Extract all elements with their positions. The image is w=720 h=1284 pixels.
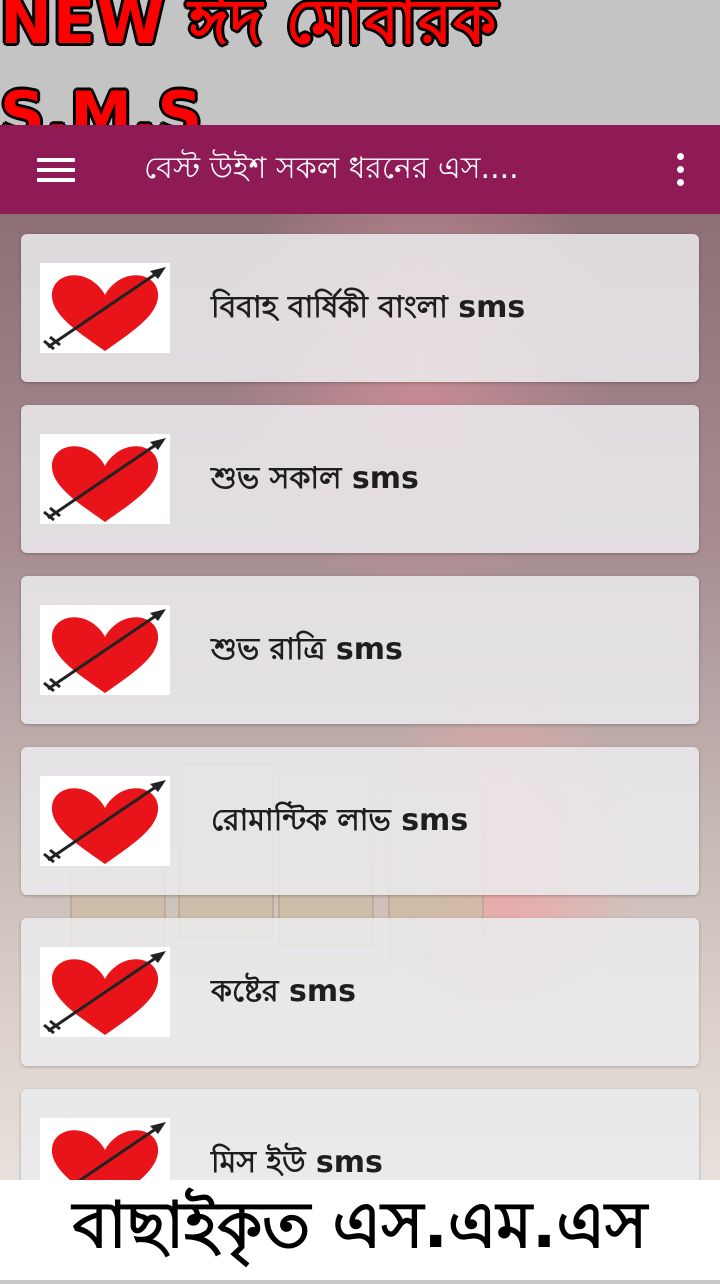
list-item[interactable]: বিবাহ বার্ষিকী বাংলা sms	[21, 234, 699, 382]
list-item-label: শুভ রাত্রি sms	[211, 631, 403, 667]
top-ad-banner[interactable]: NEW ঈদ মোবারক S.M.S	[0, 0, 720, 151]
bottom-banner-text: বাছাইকৃত এস.এম.এস	[72, 1188, 648, 1263]
heart-arrow-icon	[40, 263, 170, 353]
list-item-label: রোমান্টিক লাভ sms	[211, 802, 469, 838]
heart-arrow-icon	[40, 776, 170, 866]
list-item[interactable]: কষ্টের sms	[21, 918, 699, 1066]
heart-arrow-icon	[40, 605, 170, 695]
menu-button[interactable]	[0, 125, 112, 214]
hamburger-menu-icon	[37, 157, 75, 182]
list-item[interactable]: মিস ইউ sms	[21, 1089, 699, 1180]
toolbar-title: বেস্ট উইশ সকল ধরনের এস....	[144, 151, 519, 186]
list-item-label: কষ্টের sms	[211, 973, 356, 1009]
list-item-label: মিস ইউ sms	[211, 1144, 383, 1180]
heart-arrow-icon	[40, 434, 170, 524]
list-item[interactable]: শুভ সকাল sms	[21, 405, 699, 553]
list-item-label: বিবাহ বার্ষিকী বাংলা sms	[211, 289, 526, 325]
more-vert-icon	[676, 153, 684, 160]
app-toolbar: বেস্ট উইশ সকল ধরনের এস....	[0, 125, 720, 214]
bottom-ad-banner[interactable]: বাছাইকৃত এস.এম.এস	[0, 1180, 720, 1280]
more-options-button[interactable]	[640, 125, 720, 214]
content-area: বিবাহ বার্ষিকী বাংলা sms শুভ সকাল sms শুভ …	[0, 214, 720, 1180]
list-item-label: শুভ সকাল sms	[211, 460, 419, 496]
list-item[interactable]: শুভ রাত্রি sms	[21, 576, 699, 724]
list-item[interactable]: রোমান্টিক লাভ sms	[21, 747, 699, 895]
category-list: বিবাহ বার্ষিকী বাংলা sms শুভ সকাল sms শুভ …	[21, 234, 699, 1180]
heart-arrow-icon	[40, 1118, 170, 1180]
heart-arrow-icon	[40, 947, 170, 1037]
